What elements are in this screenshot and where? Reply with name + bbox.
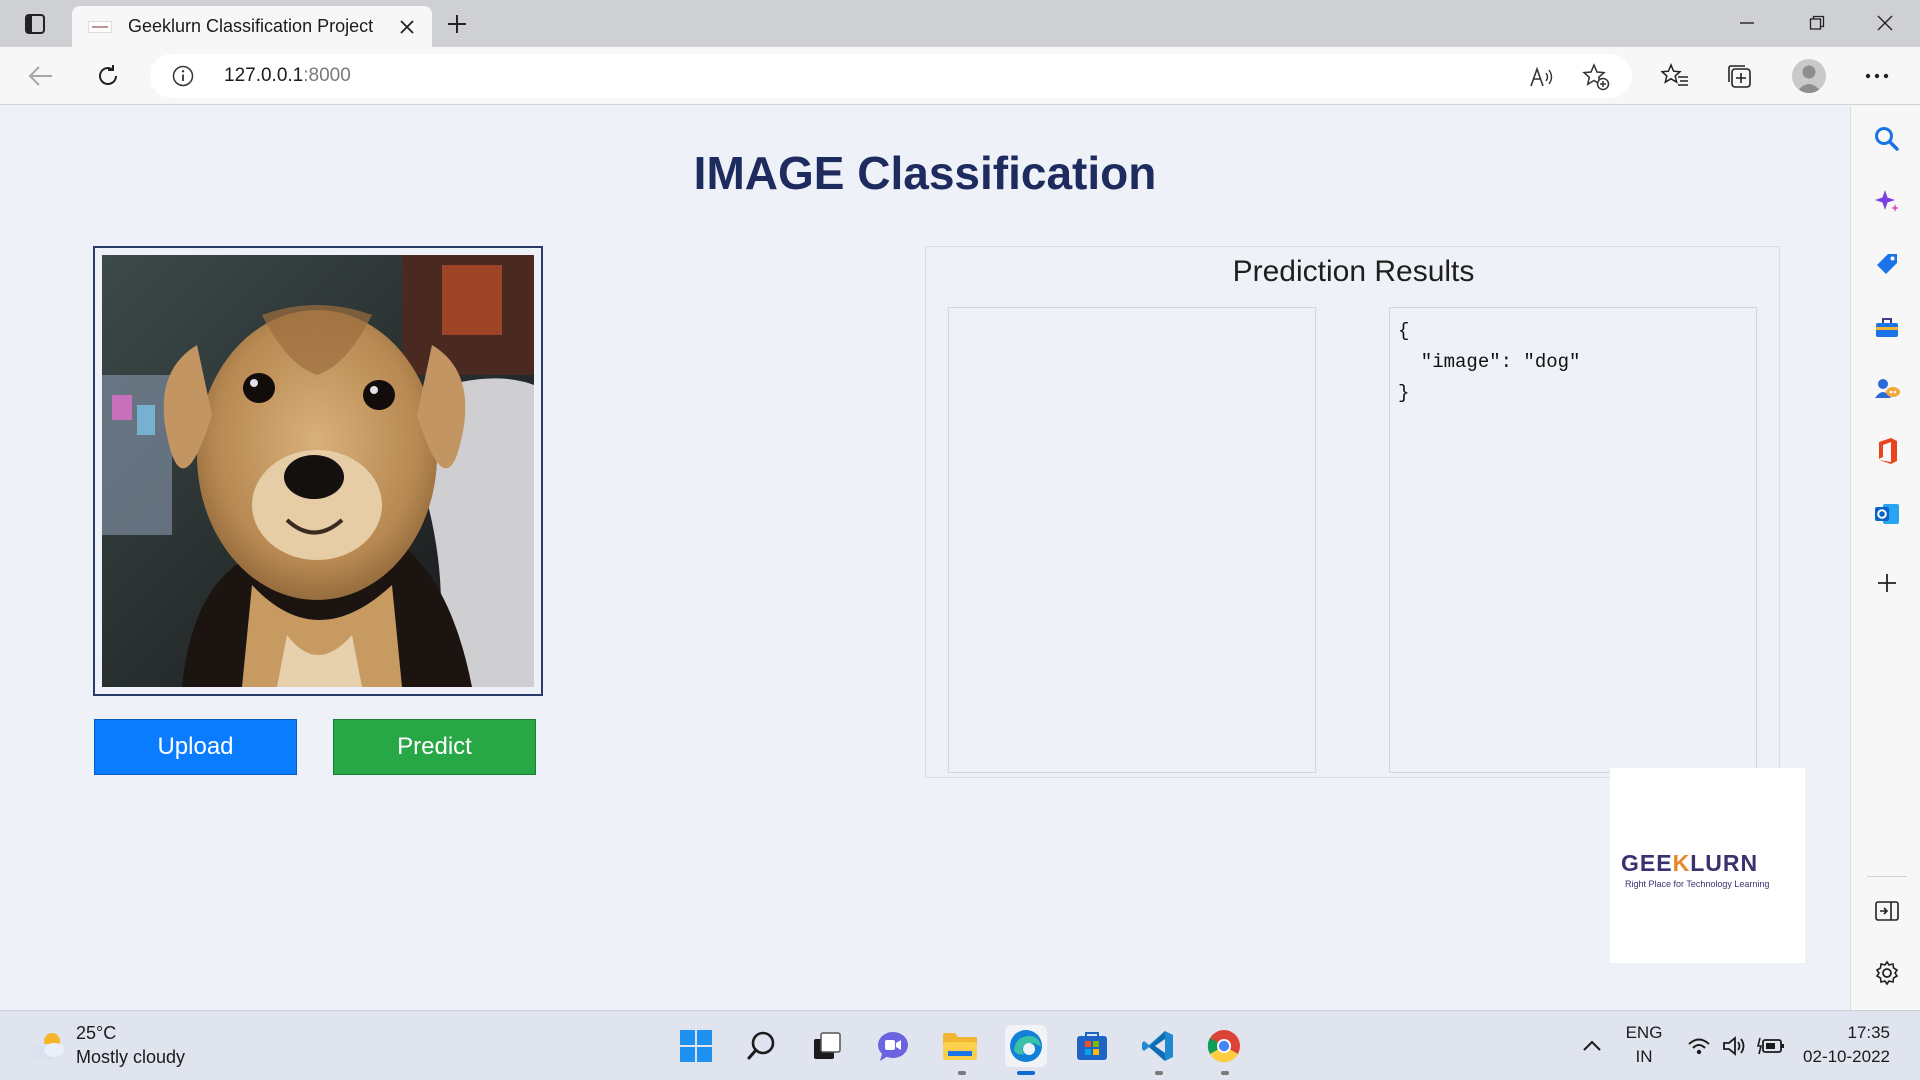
- collections-icon[interactable]: [1722, 59, 1756, 93]
- new-tab-icon[interactable]: [442, 10, 472, 38]
- read-aloud-icon[interactable]: [1528, 63, 1556, 91]
- toolbox-icon[interactable]: [1872, 312, 1902, 342]
- upload-button[interactable]: Upload: [94, 719, 297, 775]
- vscode-icon[interactable]: [1137, 1025, 1179, 1067]
- dog-photo: [102, 255, 534, 687]
- volume-icon[interactable]: [1716, 1025, 1754, 1067]
- settings-icon[interactable]: [1872, 958, 1902, 988]
- image-preview-frame: [93, 246, 543, 696]
- tab-actions-icon[interactable]: [16, 10, 54, 38]
- close-window-icon[interactable]: [1862, 8, 1908, 38]
- tab-title: Geeklurn Classification Project: [128, 16, 374, 36]
- search-icon[interactable]: [1872, 124, 1902, 154]
- chat-icon[interactable]: [872, 1025, 914, 1067]
- profile-avatar[interactable]: [1792, 59, 1826, 93]
- more-options-icon[interactable]: [1860, 59, 1894, 93]
- url-text[interactable]: 127.0.0.1:8000: [224, 65, 351, 87]
- running-indicator: [1155, 1071, 1163, 1075]
- tag-icon[interactable]: [1872, 249, 1902, 279]
- json-line: {: [1398, 320, 1410, 342]
- geeklurn-logo: GEEKLURN Right Place for Technology Lear…: [1610, 768, 1805, 963]
- weather-description[interactable]: Mostly cloudy: [76, 1047, 185, 1068]
- battery-icon[interactable]: [1752, 1025, 1790, 1067]
- page-content: IMAGE Classification Upload Predict Pred…: [0, 106, 1850, 1010]
- search-icon[interactable]: [741, 1025, 783, 1067]
- close-tab-icon[interactable]: [396, 16, 418, 38]
- language-indicator[interactable]: ENG: [1622, 1023, 1666, 1043]
- minimize-icon[interactable]: [1724, 8, 1770, 38]
- prediction-results-panel: Prediction Results { "image": "dog" }: [925, 246, 1780, 778]
- browser-toolbar: 127.0.0.1:8000: [0, 47, 1920, 105]
- split-screen-icon[interactable]: [1872, 896, 1902, 926]
- task-view-icon[interactable]: [806, 1025, 848, 1067]
- weather-cloud-icon[interactable]: [28, 1030, 68, 1062]
- json-output-pane: { "image": "dog" }: [1389, 307, 1757, 773]
- file-explorer-icon[interactable]: [939, 1025, 981, 1067]
- edge-icon[interactable]: [1005, 1025, 1047, 1067]
- clock-date[interactable]: 02-10-2022: [1800, 1047, 1890, 1067]
- logo-word-k: K: [1672, 850, 1691, 876]
- edge-sidebar: [1850, 106, 1920, 1010]
- refresh-icon[interactable]: [91, 59, 125, 93]
- store-icon[interactable]: [1071, 1025, 1113, 1067]
- json-line: "image": "dog": [1398, 351, 1581, 373]
- site-favicon-icon: [88, 20, 112, 33]
- wifi-icon[interactable]: [1680, 1025, 1718, 1067]
- language-region[interactable]: IN: [1622, 1047, 1666, 1067]
- results-left-pane: [948, 307, 1316, 773]
- back-icon[interactable]: [24, 59, 58, 93]
- sidebar-divider: [1867, 876, 1907, 877]
- chrome-icon[interactable]: [1203, 1025, 1245, 1067]
- active-indicator: [1017, 1071, 1035, 1075]
- games-icon[interactable]: [1872, 374, 1902, 404]
- office-icon[interactable]: [1872, 436, 1902, 466]
- url-host: 127.0.0.1: [224, 65, 304, 86]
- tab-strip: Geeklurn Classification Project: [0, 0, 1920, 47]
- url-port: :8000: [303, 65, 351, 86]
- page-title: IMAGE Classification: [693, 147, 1157, 199]
- logo-word-right: LURN: [1690, 850, 1759, 876]
- browser-tab[interactable]: Geeklurn Classification Project: [72, 6, 432, 47]
- logo-wordmark: GEEKLURN: [1621, 850, 1758, 877]
- chevron-up-icon[interactable]: [1572, 1025, 1612, 1067]
- site-info-icon[interactable]: [172, 65, 194, 87]
- predict-button[interactable]: Predict: [333, 719, 536, 775]
- start-icon[interactable]: [675, 1025, 717, 1067]
- add-icon[interactable]: [1872, 568, 1902, 598]
- logo-tagline: Right Place for Technology Learning: [1625, 879, 1770, 889]
- favorites-icon[interactable]: [1658, 59, 1692, 93]
- restore-icon[interactable]: [1794, 8, 1840, 38]
- add-favorite-icon[interactable]: [1582, 63, 1610, 91]
- results-title: Prediction Results: [1232, 255, 1475, 288]
- running-indicator: [958, 1071, 966, 1075]
- logo-word-left: GEE: [1621, 850, 1673, 876]
- running-indicator: [1221, 1071, 1229, 1075]
- weather-temperature[interactable]: 25°C: [76, 1023, 116, 1044]
- sparkle-icon[interactable]: [1872, 186, 1902, 216]
- windows-taskbar: 25°C Mostly cloudy ENG IN 17:35 02-10-20…: [0, 1010, 1920, 1080]
- clock-time[interactable]: 17:35: [1800, 1023, 1890, 1043]
- address-bar[interactable]: 127.0.0.1:8000: [150, 54, 1632, 98]
- outlook-icon[interactable]: [1872, 499, 1902, 529]
- json-line: }: [1398, 382, 1410, 404]
